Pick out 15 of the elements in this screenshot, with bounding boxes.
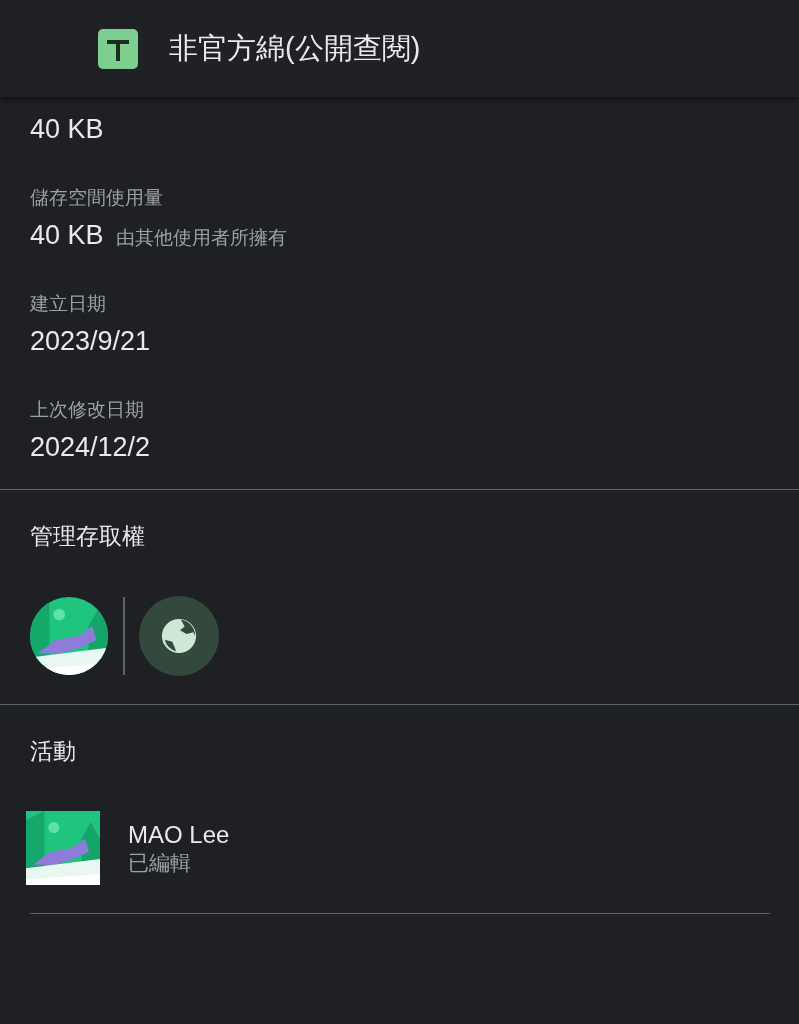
detail-note: 由其他使用者所擁有 (115, 226, 287, 250)
detail-label: 上次修改日期 (30, 399, 145, 421)
detail-label: 儲存空間使用量 (30, 187, 164, 209)
detail-value: 40 KB (30, 113, 104, 145)
detail-value: 2023/9/21 (30, 325, 151, 357)
detail-value: 2024/12/2 (30, 431, 151, 463)
section-heading: 活動 (30, 737, 77, 766)
section-heading: 管理存取權 (30, 522, 146, 551)
spreadsheet-icon (98, 28, 138, 69)
detail-value: 40 KB (30, 219, 104, 251)
activity-action: 已編輯 (128, 850, 192, 876)
globe-icon (160, 617, 198, 655)
file-title: 非官方綿(公開查閱) (169, 30, 421, 66)
user-name: MAO Lee (128, 820, 230, 850)
detail-label: 建立日期 (30, 293, 107, 315)
